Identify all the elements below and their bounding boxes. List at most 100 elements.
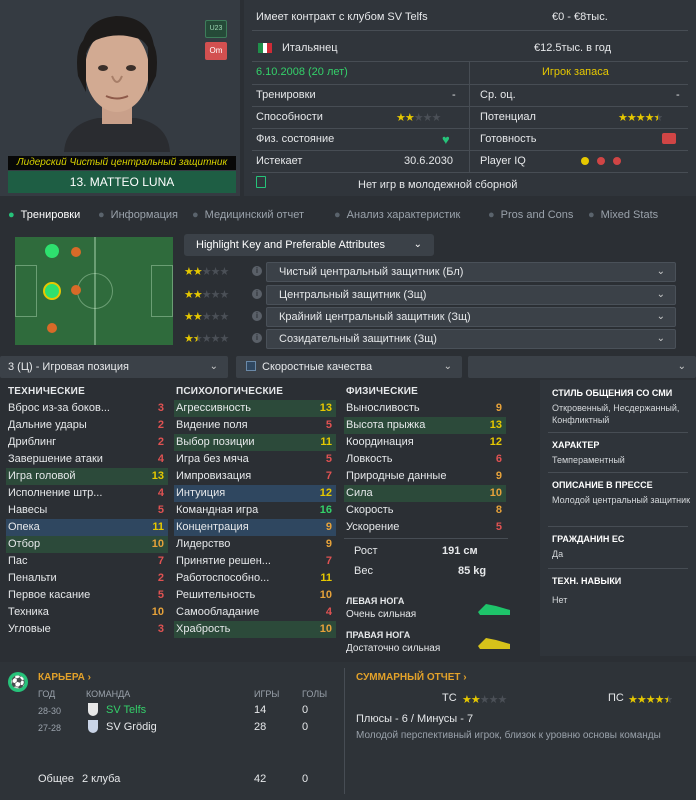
attribute-row[interactable]: Выносливость 9 [344,400,506,417]
attribute-row[interactable]: Самообладание 4 [174,604,336,621]
attribute-value: 16 [319,504,332,516]
attribute-row[interactable]: Завершение атаки 4 [6,451,168,468]
attribute-row[interactable]: Первое касание 5 [6,587,168,604]
role-stars: ★★★★★ [184,289,229,301]
chevron-down-icon: ⌄ [209,361,218,372]
career-col-apps: ИГРЫ [254,689,280,699]
attribute-value: 7 [325,555,332,567]
tab-medical[interactable]: ● Медицинский отчет [192,204,304,226]
attribute-row[interactable]: Видение поля 5 [174,417,336,434]
attribute-row[interactable]: Командная игра 16 [174,502,336,519]
tab-bar: ● Тренировки ● Информация ● Медицинский отч… [0,204,696,226]
career-link[interactable]: КАРЬЕРА › [38,672,91,683]
attribute-value: 9 [325,538,332,550]
chevron-down-icon: ⌄ [677,361,686,372]
attribute-row[interactable]: Выбор позиции 11 [174,434,336,451]
attribute-row[interactable]: Отбор 10 [6,536,168,553]
attribute-row[interactable]: Сила 10 [344,485,506,502]
attribute-value: 5 [325,453,332,465]
position-dot [47,323,57,333]
attribute-row[interactable]: Высота прыжка 13 [344,417,506,434]
attribute-value: 2 [157,419,164,431]
attribute-row[interactable]: Скорость 8 [344,502,506,519]
attribute-row[interactable]: Природные данные 9 [344,468,506,485]
player-name[interactable]: 13. MATTEO LUNA [8,171,236,193]
weight-label: Вес [354,565,373,577]
clipboard-icon [256,176,266,188]
attribute-value: 8 [495,504,502,516]
career-team-link[interactable]: SV Grödig [106,721,157,733]
attribute-value: 13 [489,419,502,431]
attribute-row[interactable]: Решительность 10 [174,587,336,604]
highlight-attributes-button[interactable]: Highlight Key and Preferable Attributes ⌄ [184,234,434,256]
tab-training[interactable]: ● Тренировки [8,204,80,226]
attribute-row[interactable]: Пас 7 [6,553,168,570]
tab-mixed-stats[interactable]: ● Mixed Stats [588,204,658,226]
attribute-name: Концентрация [176,521,249,533]
attribute-row[interactable]: Навесы 5 [6,502,168,519]
attribute-row[interactable]: Угловые 3 [6,621,168,638]
attribute-value: 7 [325,470,332,482]
role-select[interactable]: Созидательный защитник (Зщ) ⌄ [266,329,676,349]
attribute-row[interactable]: Храбрость 10 [174,621,336,638]
tab-information[interactable]: ● Информация [98,204,178,226]
player-role: Лидерский Чистый центральный защитник [8,156,236,170]
attribute-row[interactable]: Ловкость 6 [344,451,506,468]
summary-report-link[interactable]: СУММАРНЫЙ ОТЧЕТ › [356,672,467,683]
attribute-row[interactable]: Работоспособно... 11 [174,570,336,587]
attribute-row[interactable]: Дриблинг 2 [6,434,168,451]
chevron-down-icon: ⌄ [656,289,665,300]
attribute-row[interactable]: Импровизация 7 [174,468,336,485]
attribute-row[interactable]: Пенальти 2 [6,570,168,587]
attribute-name: Первое касание [8,589,91,601]
attribute-set-dropdown[interactable]: Скоростные качества ⌄ [236,356,462,378]
attribute-row[interactable]: Вброс из-за боков... 3 [6,400,168,417]
info-icon[interactable]: i [252,311,262,321]
attribute-value: 12 [319,487,332,499]
attribute-name: Интуиция [176,487,226,499]
attribute-name: Опека [8,521,40,533]
career-col-goals: ГОЛЫ [302,689,328,699]
nationality: Итальянец [282,42,338,54]
career-team-link[interactable]: SV Telfs [106,704,146,716]
info-icon[interactable]: i [252,289,262,299]
role-row[interactable]: ★★★★★ i Крайний центральный защитник (Зщ… [184,307,680,329]
attribute-row[interactable]: Интуиция 12 [174,485,336,502]
attribute-row[interactable]: Концентрация 9 [174,519,336,536]
info-icon[interactable]: i [252,266,262,276]
attribute-value: 11 [320,572,332,584]
attribute-row[interactable]: Опека 11 [6,519,168,536]
attribute-value: 10 [489,487,502,499]
attribute-name: Решительность [176,589,256,601]
attribute-row[interactable]: Агрессивность 13 [174,400,336,417]
attribute-row[interactable]: Игра без мяча 5 [174,451,336,468]
attribute-name: Ловкость [346,453,393,465]
readiness-label: Готовность [480,133,537,145]
role-row[interactable]: ★★★★★ i Созидательный защитник (Зщ) ⌄ [184,329,680,351]
attribute-row[interactable]: Техника 10 [6,604,168,621]
attribute-value: 4 [157,453,164,465]
attribute-row[interactable]: Ускорение 5 [344,519,506,536]
info-icon[interactable]: i [252,333,262,343]
press-description-value: Молодой центральный защитник [552,495,691,505]
position-dropdown[interactable]: 3 (Ц) - Игровая позиция ⌄ [0,356,228,378]
attribute-row[interactable]: Лидерство 9 [174,536,336,553]
attribute-value: 11 [320,436,332,448]
iq-dot [613,157,621,165]
role-select[interactable]: Крайний центральный защитник (Зщ) ⌄ [266,307,676,327]
position-dot [45,244,59,258]
role-row[interactable]: ★★★★★ i Чистый центральный защитник (Бл)… [184,262,680,284]
attribute-row[interactable]: Принятие решен... 7 [174,553,336,570]
role-select[interactable]: Центральный защитник (Зщ) ⌄ [266,285,676,305]
attribute-row[interactable]: Координация 12 [344,434,506,451]
tab-attribute-analysis[interactable]: ● Анализ характеристик [334,204,460,226]
attribute-row[interactable]: Игра головой 13 [6,468,168,485]
empty-dropdown[interactable]: ⌄ [468,356,696,378]
role-row[interactable]: ★★★★★ i Центральный защитник (Зщ) ⌄ [184,285,680,307]
chevron-down-icon: ⌄ [443,361,452,372]
role-select[interactable]: Чистый центральный защитник (Бл) ⌄ [266,262,676,282]
attribute-row[interactable]: Исполнение штр... 4 [6,485,168,502]
attribute-row[interactable]: Дальние удары 2 [6,417,168,434]
tab-pros-cons[interactable]: ● Pros and Cons [488,204,573,226]
ability-label: Способности [256,111,323,123]
